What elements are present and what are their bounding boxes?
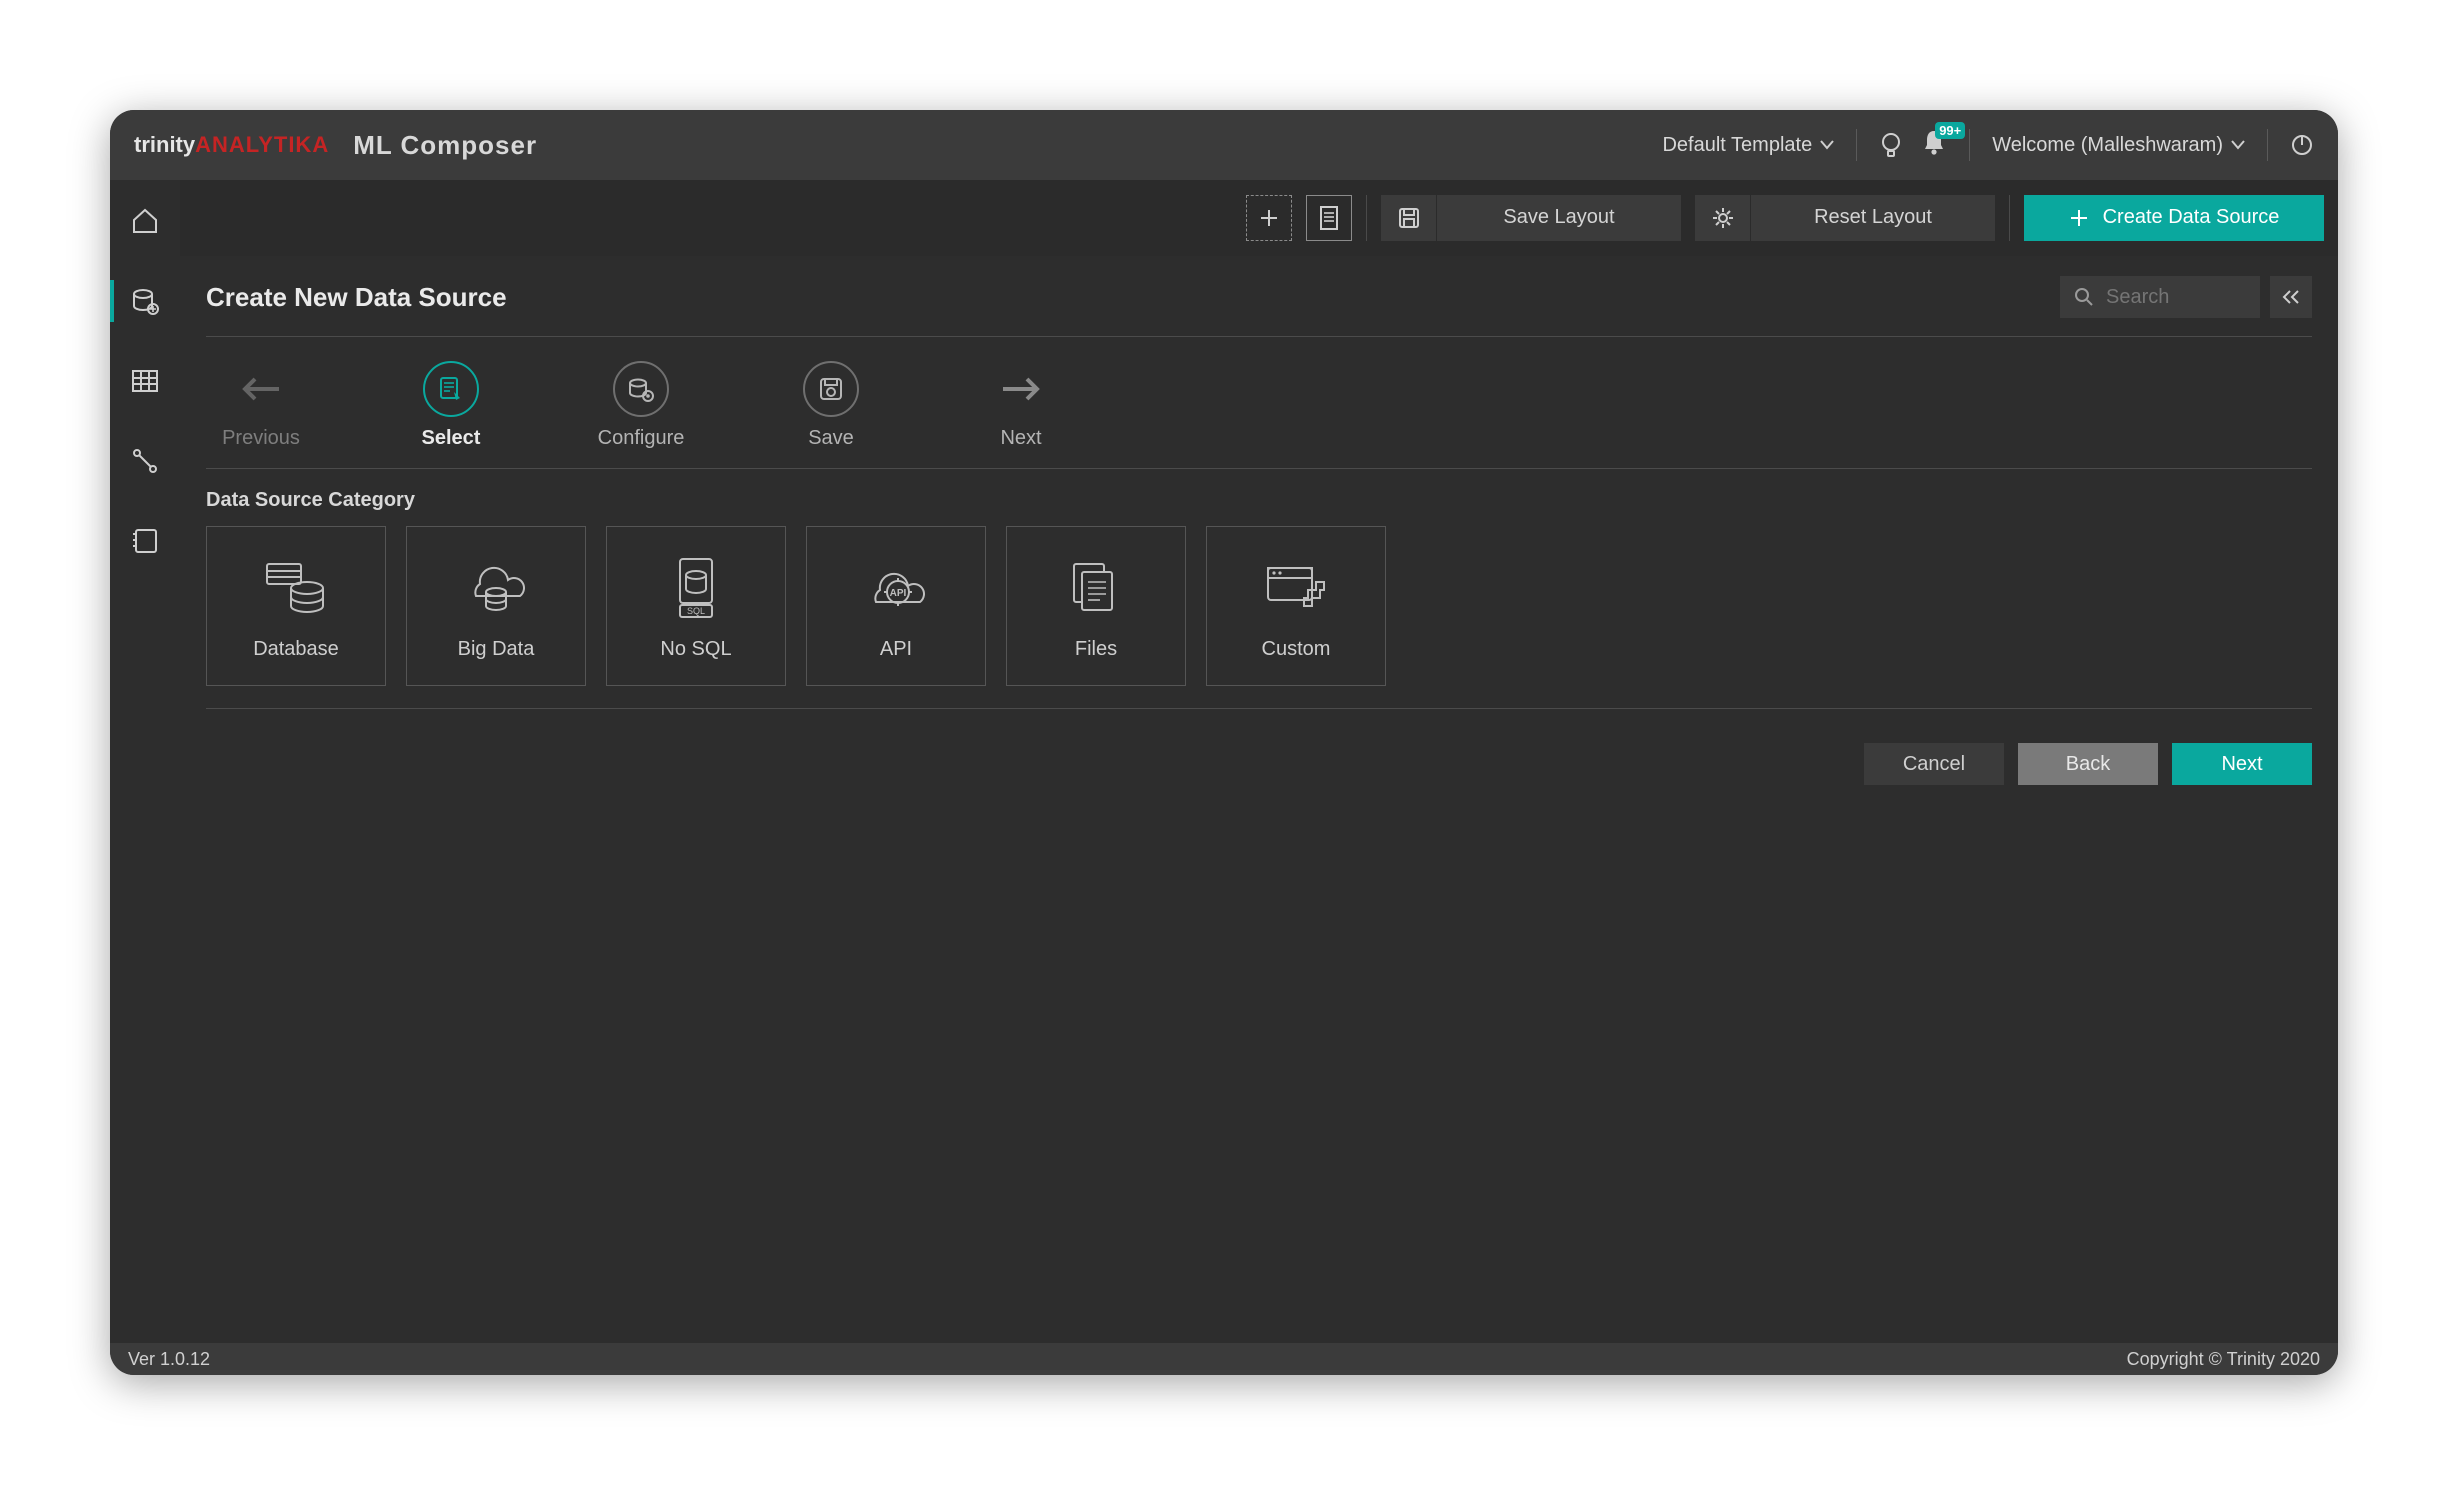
custom-icon [1260,552,1332,624]
save-layout-label: Save Layout [1437,206,1681,229]
version-label: Ver 1.0.12 [128,1349,210,1370]
save-icon [1397,206,1421,230]
create-ds-label: Create Data Source [2103,206,2280,229]
notifications-button[interactable]: 99+ [1921,128,1947,162]
bulb-icon[interactable] [1879,131,1903,159]
category-list: Database Big Data SQL No SQL [206,526,2312,708]
sidebar-item-workflow[interactable] [110,436,180,486]
wizard-steps: Previous Select Configure [206,337,2312,468]
gear-icon [1711,206,1735,230]
reset-layout-button[interactable]: Reset Layout [1695,195,1995,241]
category-api[interactable]: API API [806,526,986,686]
back-button[interactable]: Back [2018,743,2158,785]
search-input[interactable] [2106,286,2246,309]
svg-text:SQL: SQL [687,606,705,616]
step-save[interactable]: Save [776,361,886,450]
category-label: No SQL [660,638,731,661]
template-label: Default Template [1662,134,1812,157]
document-button[interactable] [1306,195,1352,241]
sidebar-item-notebook[interactable] [110,516,180,566]
step-select[interactable]: Select [396,361,506,450]
category-nosql[interactable]: SQL No SQL [606,526,786,686]
cloud-db-icon [460,552,532,624]
category-label: Big Data [458,638,535,661]
database-icon [261,552,331,624]
step-label: Next [1000,427,1041,450]
app-title: ML Composer [353,130,537,161]
save-layout-button[interactable]: Save Layout [1381,195,1681,241]
step-label: Select [422,427,481,450]
category-label: Custom [1262,638,1331,661]
app-window: trinity ANALYTIKA ML Composer Default Te… [110,110,2338,1375]
next-button[interactable]: Next [2172,743,2312,785]
sidebar-item-table[interactable] [110,356,180,406]
reset-layout-label: Reset Layout [1751,206,1995,229]
brand-trinity: trinity [134,132,195,158]
caret-down-icon [2231,140,2245,150]
topbar: trinity ANALYTIKA ML Composer Default Te… [110,110,2338,180]
step-next[interactable]: Next [966,361,1076,450]
step-label: Previous [222,427,300,450]
step-previous[interactable]: Previous [206,361,316,450]
wizard-footer: Cancel Back Next [206,719,2312,795]
sidebar-item-datasource[interactable] [110,276,180,326]
category-label: Files [1075,638,1117,661]
add-widget-button[interactable] [1246,195,1292,241]
page-title: Create New Data Source [206,282,507,313]
sidebar-item-home[interactable] [110,196,180,246]
template-dropdown[interactable]: Default Template [1662,134,1834,157]
section-title-category: Data Source Category [206,489,2312,512]
category-label: Database [253,638,339,661]
plus-icon [2069,208,2089,228]
svg-text:API: API [890,588,907,599]
toolbar: Save Layout Reset Layout Create Data Sou… [180,180,2338,256]
collapse-panel-button[interactable] [2270,276,2312,318]
category-database[interactable]: Database [206,526,386,686]
create-data-source-button[interactable]: Create Data Source [2024,195,2324,241]
search-icon [2074,287,2094,307]
sidebar [110,180,180,1343]
brand-analytika: ANALYTIKA [195,132,329,158]
user-menu[interactable]: Welcome (Malleshwaram) [1992,134,2245,157]
category-custom[interactable]: Custom [1206,526,1386,686]
step-configure[interactable]: Configure [586,361,696,450]
copyright-label: Copyright © Trinity 2020 [2127,1349,2320,1370]
cancel-button[interactable]: Cancel [1864,743,2004,785]
notification-badge: 99+ [1935,122,1965,139]
content: Create New Data Source [180,256,2338,1343]
files-icon [1064,552,1128,624]
step-label: Save [808,427,854,450]
category-label: API [880,638,912,661]
api-icon: API [860,552,932,624]
nosql-icon: SQL [666,552,726,624]
power-icon[interactable] [2290,133,2314,157]
category-bigdata[interactable]: Big Data [406,526,586,686]
category-files[interactable]: Files [1006,526,1186,686]
step-label: Configure [598,427,685,450]
welcome-label: Welcome (Malleshwaram) [1992,134,2223,157]
caret-down-icon [1820,140,1834,150]
footer: Ver 1.0.12 Copyright © Trinity 2020 [110,1343,2338,1375]
search-box[interactable] [2060,276,2260,318]
